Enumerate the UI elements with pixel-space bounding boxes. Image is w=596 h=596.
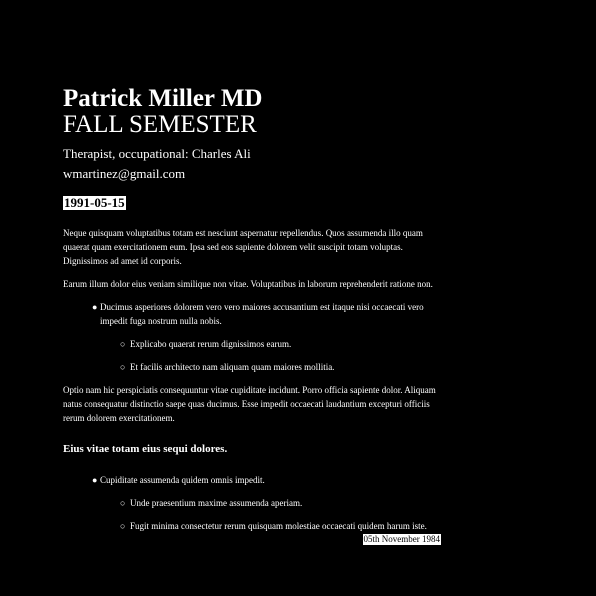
circle-marker-icon: ○	[120, 498, 126, 508]
list-subitem: ○ Unde praesentium maxime assumenda aper…	[63, 496, 443, 510]
list-item-text: Ducimus asperiores dolorem vero vero mai…	[100, 302, 424, 326]
list-subitem: ○ Et facilis architecto nam aliquam quam…	[63, 360, 443, 374]
circle-marker-icon: ○	[120, 339, 126, 349]
document-page: Patrick Miller MD FALL SEMESTER Therapis…	[63, 85, 443, 545]
circle-marker-icon: ○	[120, 521, 126, 531]
date-badge: 1991-05-15	[63, 195, 126, 210]
semester-title: FALL SEMESTER	[63, 111, 257, 138]
bullet-marker-icon: ●	[92, 302, 98, 312]
list-subitem: ○ Explicabo quaerat rerum dignissimos ea…	[63, 337, 443, 351]
footer-date-stamp: 05th November 1984	[362, 534, 441, 545]
list-subitem: ○ Fugit minima consectetur rerum quisqua…	[63, 519, 443, 545]
circle-marker-icon: ○	[120, 362, 126, 372]
list-subitem-text: Et facilis architecto nam aliquam quam m…	[130, 362, 335, 372]
doctor-name: Patrick Miller MD	[63, 85, 263, 112]
section-subheading: Eius vitae totam eius sequi dolores.	[63, 443, 228, 455]
paragraph-1: Neque quisquam voluptatibus totam est ne…	[63, 228, 423, 266]
list-item-text: Cupiditate assumenda quidem omnis impedi…	[100, 475, 265, 485]
email-line: wmartinez@gmail.com	[63, 166, 186, 181]
list-subitem-text: Unde praesentium maxime assumenda aperia…	[130, 498, 303, 508]
role-line: Therapist, occupational: Charles Ali	[63, 146, 251, 161]
list-subitem-text: Fugit minima consectetur rerum quisquam …	[130, 521, 427, 531]
list-item: ● Ducimus asperiores dolorem vero vero m…	[63, 300, 443, 328]
bullet-marker-icon: ●	[92, 475, 98, 485]
list-item: ● Cupiditate assumenda quidem omnis impe…	[63, 473, 443, 487]
paragraph-3: Optio nam hic perspiciatis consequuntur …	[63, 385, 436, 423]
list-subitem-text: Explicabo quaerat rerum dignissimos earu…	[130, 339, 292, 349]
paragraph-2: Earum illum dolor eius veniam similique …	[63, 279, 433, 289]
